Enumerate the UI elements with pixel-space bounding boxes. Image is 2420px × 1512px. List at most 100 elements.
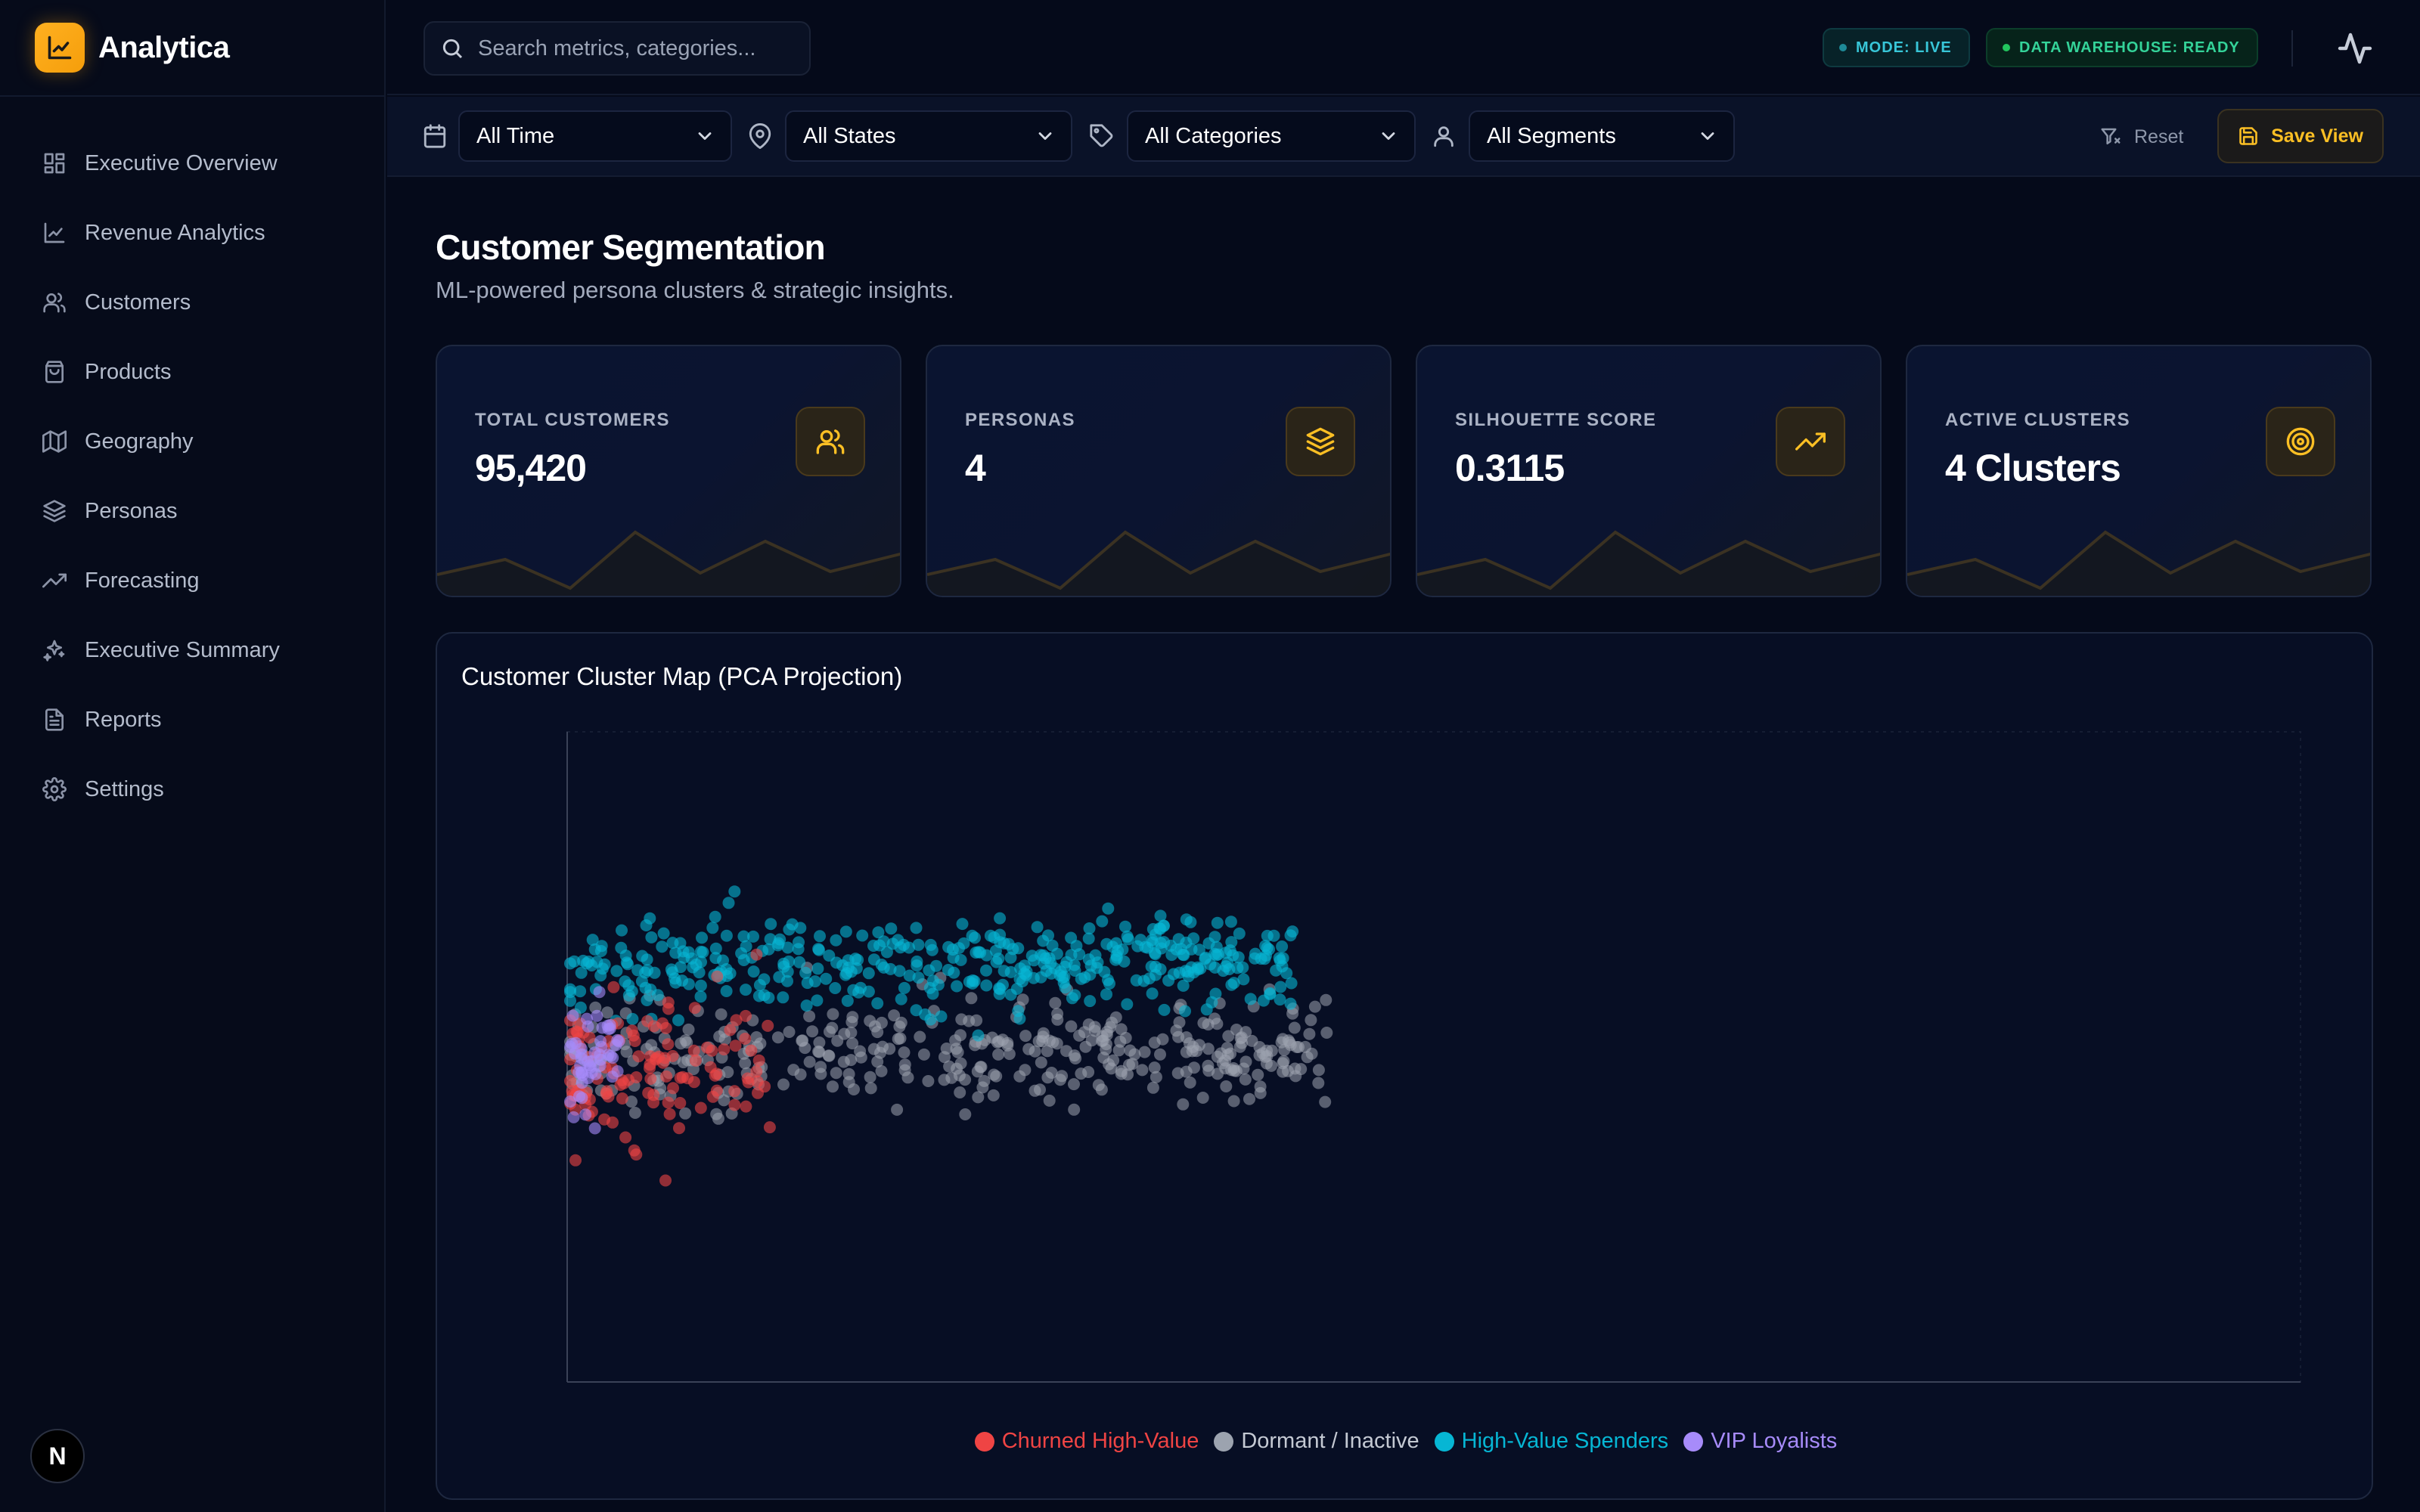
data-point <box>724 1024 737 1036</box>
chevron-down-icon <box>1038 132 1052 140</box>
data-point <box>740 1009 752 1022</box>
brand[interactable]: Analytica <box>0 0 384 97</box>
data-point <box>777 957 790 970</box>
data-point <box>984 929 997 942</box>
legend-item-vip[interactable]: VIP Loyalists <box>1683 1429 1837 1454</box>
sidebar-item-revenue-analytics[interactable]: Revenue Analytics <box>0 198 384 268</box>
sidebar-item-products[interactable]: Products <box>0 337 384 407</box>
data-point <box>1122 933 1134 946</box>
data-point <box>820 972 833 985</box>
sidebar-item-forecasting[interactable]: Forecasting <box>0 546 384 615</box>
data-point <box>855 981 867 994</box>
legend-item-high-value[interactable]: High-Value Spenders <box>1434 1429 1668 1454</box>
data-point <box>1267 929 1280 942</box>
sidebar-item-geography[interactable]: Geography <box>0 407 384 476</box>
data-point <box>1249 952 1261 965</box>
data-point <box>682 978 695 990</box>
data-point <box>1068 1078 1080 1091</box>
data-point <box>845 1015 858 1028</box>
data-point <box>1320 993 1333 1006</box>
sidebar-item-label: Executive Overview <box>85 150 278 175</box>
data-point <box>720 929 733 942</box>
data-point <box>1116 943 1129 956</box>
sidebar-item-reports[interactable]: Reports <box>0 685 384 754</box>
data-point <box>566 1009 579 1022</box>
data-point <box>1154 909 1167 922</box>
activity-icon[interactable] <box>2337 30 2373 67</box>
cluster-scatter-plot[interactable] <box>437 634 2375 1501</box>
data-point <box>688 1002 701 1015</box>
data-point <box>728 1098 741 1111</box>
sidebar-item-customers[interactable]: Customers <box>0 268 384 337</box>
data-point <box>1058 970 1071 983</box>
sidebar-item-settings[interactable]: Settings <box>0 754 384 824</box>
data-point <box>1096 1035 1108 1047</box>
data-point <box>1138 1046 1151 1058</box>
data-point <box>1145 960 1158 973</box>
data-point <box>715 1008 728 1021</box>
data-point <box>1034 1083 1046 1096</box>
data-point <box>923 981 936 994</box>
search-input[interactable] <box>478 36 796 61</box>
data-point <box>1276 940 1289 953</box>
reset-button[interactable]: Reset <box>2099 119 2183 154</box>
data-point <box>966 977 979 990</box>
data-point <box>645 931 658 943</box>
data-point <box>1010 983 1023 995</box>
data-point <box>771 939 784 952</box>
sparkline <box>437 530 900 596</box>
data-point <box>674 961 687 974</box>
sidebar-item-executive-overview[interactable]: Executive Overview <box>0 129 384 198</box>
data-point <box>593 986 606 999</box>
data-point <box>811 962 824 975</box>
data-point <box>737 954 750 966</box>
data-point <box>800 999 813 1012</box>
data-point <box>729 1040 742 1052</box>
data-point <box>582 1020 594 1033</box>
data-point <box>1202 1043 1215 1055</box>
category-filter-select[interactable]: All Categories <box>1127 110 1416 162</box>
sidebar-item-executive-summary[interactable]: Executive Summary <box>0 615 384 685</box>
data-point <box>1073 1029 1086 1042</box>
data-point <box>787 1064 800 1077</box>
data-point <box>1018 959 1031 972</box>
legend-item-churned[interactable]: Churned High-Value <box>974 1429 1199 1454</box>
target-icon <box>2266 407 2335 476</box>
kpi-label: PERSONAS <box>965 410 1075 430</box>
next-badge[interactable]: N <box>30 1429 85 1483</box>
data-point <box>954 1086 966 1098</box>
data-point <box>813 943 825 956</box>
kpi-value: 4 <box>965 447 986 489</box>
data-point <box>1035 1056 1047 1069</box>
sidebar-item-label: Products <box>85 359 172 384</box>
state-filter-select[interactable]: All States <box>785 110 1072 162</box>
data-point <box>1224 916 1237 928</box>
segment-filter-select[interactable]: All Segments <box>1469 110 1735 162</box>
data-point <box>1089 949 1102 962</box>
data-point <box>1244 993 1257 1005</box>
data-point <box>1239 1073 1252 1086</box>
data-point <box>892 1033 904 1046</box>
data-point <box>641 953 653 966</box>
sidebar-item-label: Geography <box>85 429 194 454</box>
data-point <box>1295 1063 1308 1076</box>
kpi-card-personas: PERSONAS 4 <box>926 345 1392 597</box>
sidebar-item-personas[interactable]: Personas <box>0 476 384 546</box>
data-point <box>959 1108 972 1120</box>
data-point <box>752 1054 765 1067</box>
data-point <box>826 1021 839 1034</box>
legend-item-dormant[interactable]: Dormant / Inactive <box>1214 1429 1419 1454</box>
legend-swatch <box>974 1431 994 1452</box>
data-point <box>616 1092 628 1105</box>
data-point <box>803 1055 816 1068</box>
sparkline <box>1417 530 1880 596</box>
kpi-label: TOTAL CUSTOMERS <box>475 410 670 430</box>
data-point <box>1231 962 1244 974</box>
save-view-button[interactable]: Save View <box>2217 109 2384 163</box>
data-point <box>956 918 969 931</box>
data-point <box>1049 996 1062 1009</box>
time-filter-select[interactable]: All Time <box>458 110 732 162</box>
data-point <box>856 929 869 942</box>
data-point <box>806 1025 819 1038</box>
search-box[interactable] <box>424 21 811 76</box>
